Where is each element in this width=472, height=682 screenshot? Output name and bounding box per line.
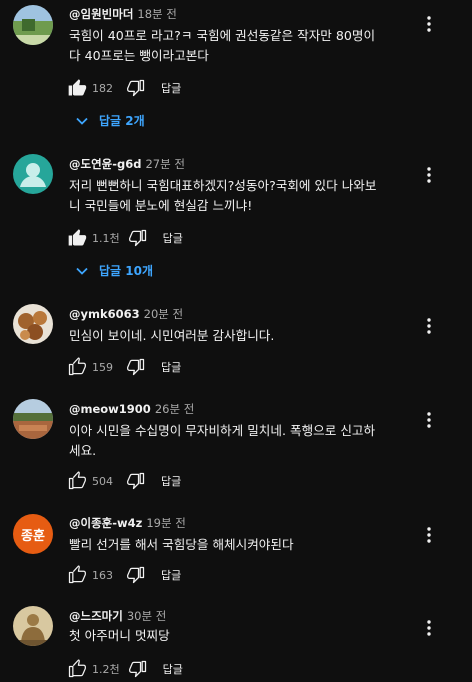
comment-line: 국힘이 40프로 라고?ㅋ 국힘에 권선동같은 작자만 80명이 — [69, 28, 376, 43]
thumb-down-icon[interactable] — [126, 78, 146, 98]
view-replies-button[interactable]: 답글 2개 — [76, 112, 145, 129]
avatar[interactable] — [13, 154, 53, 194]
comment-line: 빨리 선거를 해서 국힘당을 해체시켜야된다 — [69, 537, 294, 552]
like-count: 182 — [92, 81, 113, 95]
thumb-up-icon[interactable] — [67, 228, 87, 248]
more-vert-icon[interactable] — [419, 525, 439, 545]
more-vert-icon[interactable] — [419, 14, 439, 34]
avatar[interactable] — [13, 399, 53, 439]
comment-actions: 159 답글 — [67, 355, 181, 379]
thumb-down-icon[interactable] — [128, 659, 148, 679]
timestamp[interactable]: 18분 전 — [137, 7, 176, 21]
avatar[interactable]: 종훈 — [13, 514, 53, 554]
author-name[interactable]: @meow1900 — [69, 402, 151, 416]
more-vert-icon[interactable] — [419, 165, 439, 185]
like-count: 159 — [92, 360, 113, 374]
timestamp[interactable]: 19분 전 — [146, 516, 185, 530]
chevron-down-icon — [76, 267, 88, 275]
comment-line: 세요. — [69, 443, 97, 458]
reply-button[interactable]: 답글 — [163, 661, 183, 677]
comment-line: 민심이 보이네. 시민여러분 감사합니다. — [69, 328, 275, 343]
comment-text: 빨리 선거를 해서 국힘당을 해체시켜야된다 — [69, 535, 409, 555]
comment-header: @ymk6063 20분 전 — [69, 306, 183, 322]
comment-line: 저리 뻔뻔하니 국힘대표하겠지?성동아?국회에 있다 나와보 — [69, 178, 377, 193]
comment-text: 민심이 보이네. 시민여러분 감사합니다. — [69, 326, 409, 346]
comment-text: 저리 뻔뻔하니 국힘대표하겠지?성동아?국회에 있다 나와보 니 국민들에 분노… — [69, 176, 409, 216]
avatar[interactable] — [13, 5, 53, 45]
comment-text: 첫 아주머니 멋찌당 — [69, 626, 409, 646]
timestamp[interactable]: 26분 전 — [155, 402, 194, 416]
author-name[interactable]: @도연윤-g6d — [69, 157, 141, 171]
reply-button[interactable]: 답글 — [161, 359, 181, 375]
avatar-initials: 종훈 — [21, 528, 45, 544]
thumb-down-icon[interactable] — [126, 565, 146, 585]
avatar[interactable] — [13, 606, 53, 646]
author-name[interactable]: @ymk6063 — [69, 307, 140, 321]
like-count: 504 — [92, 474, 113, 488]
comment-actions: 1.1천 답글 — [67, 226, 183, 250]
thumb-down-icon[interactable] — [126, 357, 146, 377]
replies-count-label: 답글 10개 — [99, 264, 153, 278]
thumb-down-icon[interactable] — [128, 228, 148, 248]
chevron-down-icon — [76, 117, 88, 125]
comment-actions: 182 답글 — [67, 76, 181, 100]
author-name[interactable]: @느즈마기 — [69, 609, 123, 623]
thumb-up-icon[interactable] — [67, 659, 87, 679]
thumb-up-icon[interactable] — [67, 565, 87, 585]
comment-actions: 163 답글 — [67, 563, 181, 587]
comment-line: 니 국민들에 분노에 현실감 느끼냐! — [69, 198, 253, 213]
like-count: 1.1천 — [92, 232, 120, 245]
reply-button[interactable]: 답글 — [161, 567, 181, 583]
comment-text: 국힘이 40프로 라고?ㅋ 국힘에 권선동같은 작자만 80명이 다 40프로는… — [69, 26, 409, 66]
more-vert-icon[interactable] — [419, 316, 439, 336]
comment-header: @이종훈-w4z 19분 전 — [69, 515, 186, 531]
comment-header: @임원빈마더 18분 전 — [69, 6, 177, 22]
reply-button[interactable]: 답글 — [161, 80, 181, 96]
timestamp[interactable]: 20분 전 — [144, 307, 183, 321]
timestamp[interactable]: 30분 전 — [127, 609, 166, 623]
author-name[interactable]: @이종훈-w4z — [69, 516, 142, 530]
reply-button[interactable]: 답글 — [161, 473, 181, 489]
comment-line: 다 40프로는 뺑이라고본다 — [69, 48, 209, 63]
thumb-up-icon[interactable] — [67, 471, 87, 491]
comment-line: 첫 아주머니 멋찌당 — [69, 628, 170, 643]
comment-header: @느즈마기 30분 전 — [69, 608, 166, 624]
view-replies-button[interactable]: 답글 10개 — [76, 262, 153, 279]
thumb-up-icon[interactable] — [67, 357, 87, 377]
like-count: 163 — [92, 568, 113, 582]
comment-text: 이아 시민을 수십명이 무자비하게 밀치네. 폭행으로 신고하 세요. — [69, 421, 409, 461]
thumb-up-icon[interactable] — [67, 78, 87, 98]
timestamp[interactable]: 27분 전 — [145, 157, 184, 171]
reply-button[interactable]: 답글 — [163, 230, 183, 246]
avatar[interactable] — [13, 304, 53, 344]
thumb-down-icon[interactable] — [126, 471, 146, 491]
more-vert-icon[interactable] — [419, 618, 439, 638]
comment-actions: 1.2천 답글 — [67, 657, 183, 681]
replies-count-label: 답글 2개 — [99, 114, 145, 128]
comment-header: @meow1900 26분 전 — [69, 401, 194, 417]
comment-line: 이아 시민을 수십명이 무자비하게 밀치네. 폭행으로 신고하 — [69, 423, 376, 438]
author-name[interactable]: @임원빈마더 — [69, 7, 133, 21]
comment-actions: 504 답글 — [67, 469, 181, 493]
comment-header: @도연윤-g6d 27분 전 — [69, 156, 185, 172]
like-count: 1.2천 — [92, 663, 120, 676]
more-vert-icon[interactable] — [419, 410, 439, 430]
